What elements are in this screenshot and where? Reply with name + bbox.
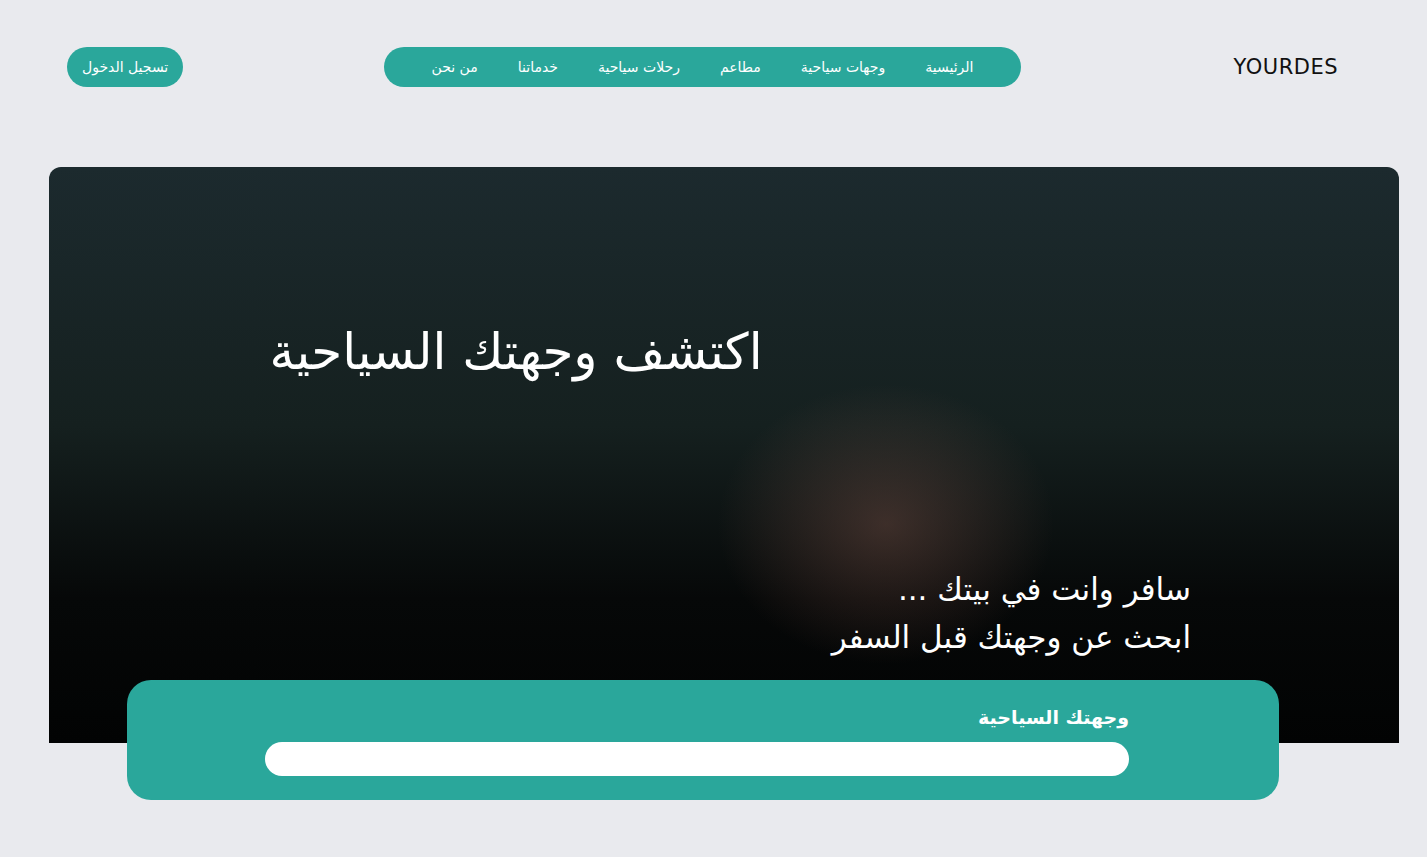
subtitle-line: سافر وانت في بيتك ...: [49, 565, 1191, 613]
hero-title: اكتشف وجهتك السياحية: [49, 322, 983, 382]
nav-item[interactable]: من نحن: [412, 59, 498, 75]
nav-item[interactable]: رحلات سياحية: [578, 59, 700, 75]
header: YOURDES الرئيسيةوجهات سياحيةمطاعمرحلات سي…: [0, 0, 1427, 87]
search-panel: وجهتك السياحية: [127, 680, 1279, 800]
search-input[interactable]: [265, 742, 1129, 776]
nav-item[interactable]: الرئيسية: [905, 59, 993, 75]
hero-banner: اكتشف وجهتك السياحية سافر وانت في بيتك ..…: [49, 167, 1399, 743]
nav-item[interactable]: مطاعم: [700, 59, 781, 75]
login-button[interactable]: تسجيل الدخول: [67, 47, 183, 87]
subtitle-line: ابحث عن وجهتك قبل السفر: [49, 613, 1191, 661]
search-label: وجهتك السياحية: [265, 702, 1129, 732]
brand-logo[interactable]: YOURDES: [1234, 55, 1338, 79]
nav-bar: الرئيسيةوجهات سياحيةمطاعمرحلات سياحيةخدم…: [384, 47, 1022, 87]
hero-subtitle: سافر وانت في بيتك ...ابحث عن وجهتك قبل ا…: [49, 565, 1191, 661]
nav-item[interactable]: وجهات سياحية: [781, 59, 905, 75]
nav-item[interactable]: خدماتنا: [498, 59, 578, 75]
